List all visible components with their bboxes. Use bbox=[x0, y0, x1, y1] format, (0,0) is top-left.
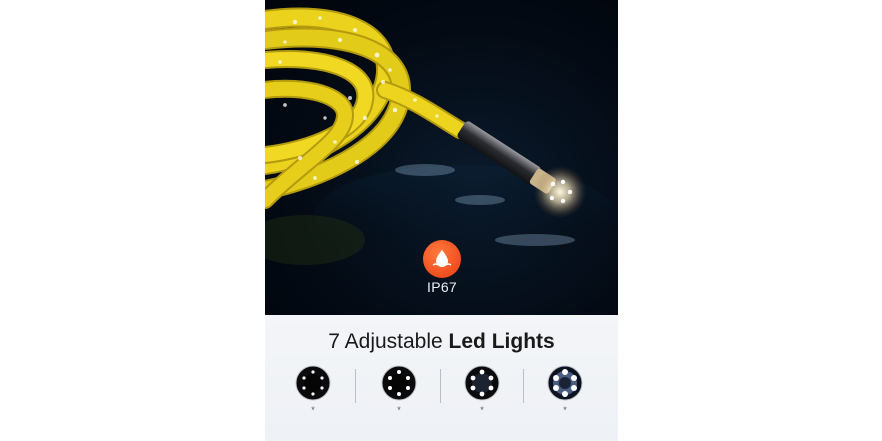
divider bbox=[523, 369, 524, 403]
led-lights-panel: 7 Adjustable Led Lights * * * * bbox=[265, 315, 618, 441]
divider bbox=[440, 369, 441, 403]
water-drop-icon bbox=[432, 250, 452, 267]
ip67-badge bbox=[423, 240, 461, 278]
panel-title: 7 Adjustable Led Lights bbox=[265, 330, 618, 354]
led-glow bbox=[534, 166, 586, 218]
led-lens-icon bbox=[381, 365, 417, 401]
led-level-1: * bbox=[293, 365, 333, 417]
led-level-4: * bbox=[545, 365, 585, 417]
led-lens-icon bbox=[547, 365, 583, 401]
led-level-2: * bbox=[379, 365, 419, 417]
ip67-label: IP67 bbox=[427, 279, 457, 295]
panel-title-bold: Led Lights bbox=[448, 330, 555, 353]
borescope-photo: IP67 bbox=[265, 0, 618, 315]
product-image-viewer: IP67 7 Adjustable Led Lights * * * * bbox=[0, 0, 882, 441]
divider bbox=[355, 369, 356, 403]
led-lens-icon bbox=[464, 365, 500, 401]
led-level-caption: * bbox=[311, 405, 315, 415]
panel-title-regular: 7 Adjustable bbox=[328, 330, 449, 353]
led-level-caption: * bbox=[480, 405, 484, 415]
product-image[interactable]: IP67 7 Adjustable Led Lights * * * * bbox=[265, 0, 618, 441]
led-levels-row: * * * * bbox=[265, 365, 618, 425]
led-level-3: * bbox=[462, 365, 502, 417]
led-lens-icon bbox=[295, 365, 331, 401]
led-level-caption: * bbox=[563, 405, 567, 415]
led-level-caption: * bbox=[397, 405, 401, 415]
